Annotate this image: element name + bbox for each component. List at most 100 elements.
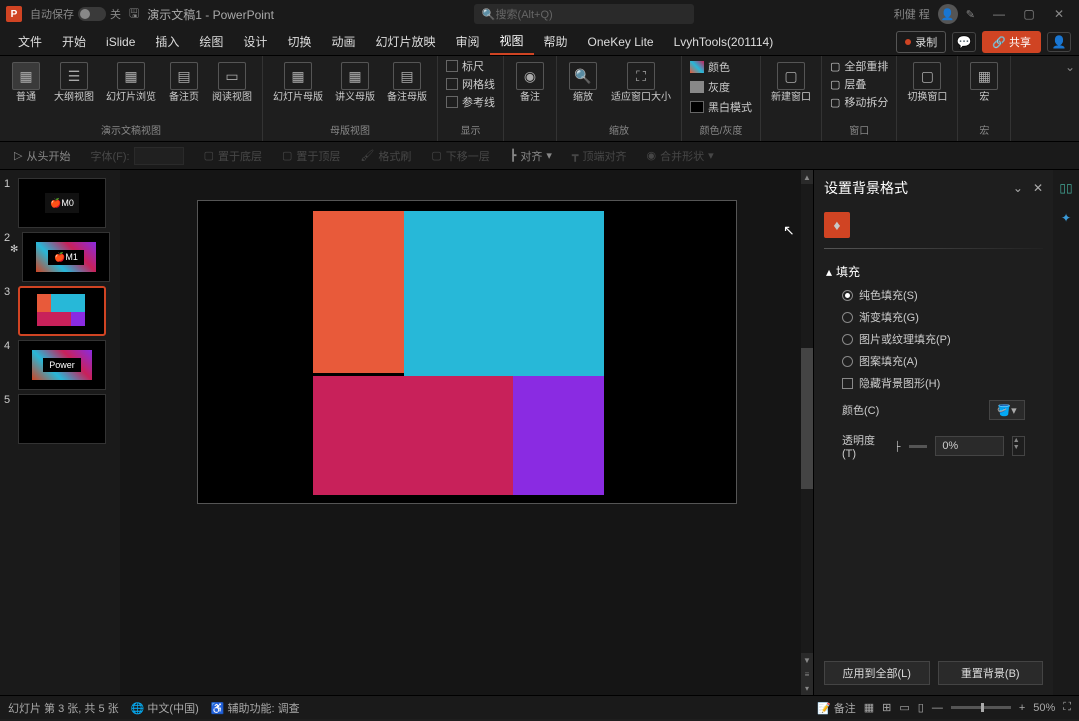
thumbnail-2[interactable]: 🍎M1 <box>22 232 110 282</box>
autosave-toggle[interactable]: 自动保存 关 <box>30 6 121 22</box>
zoom-out-icon[interactable]: — <box>932 702 943 714</box>
minimize-button[interactable]: — <box>985 4 1013 24</box>
avatar[interactable]: 👤 <box>938 4 958 24</box>
tab-draw[interactable]: 绘图 <box>189 29 233 54</box>
fill-color-picker[interactable]: 🪣▾ <box>989 400 1025 420</box>
transparency-input[interactable]: 0% <box>935 436 1003 456</box>
shape-pink[interactable] <box>313 376 513 495</box>
slide-master[interactable]: ▦幻灯片母版 <box>267 58 329 120</box>
notes-master[interactable]: ▤备注母版 <box>381 58 433 120</box>
view-grayscale[interactable]: 灰度 <box>690 78 752 96</box>
zoom-button[interactable]: 🔍缩放 <box>561 58 605 120</box>
close-button[interactable]: ✕ <box>1045 4 1073 24</box>
maximize-button[interactable]: ▢ <box>1015 4 1043 24</box>
app-icon: P <box>6 6 22 22</box>
status-notes[interactable]: 📝 备注 <box>817 700 856 716</box>
transparency-slider[interactable] <box>909 445 928 448</box>
current-slide[interactable] <box>197 200 737 504</box>
tab-onekey[interactable]: OneKey Lite <box>578 31 664 53</box>
status-lang[interactable]: 🌐 中文(中国) <box>131 700 199 716</box>
share-button[interactable]: 🔗 共享 <box>982 31 1041 53</box>
pane-dropdown-icon[interactable]: ⌄ <box>1013 181 1023 195</box>
tab-design[interactable]: 设计 <box>233 29 277 54</box>
fit-icon[interactable]: ⛶ <box>1063 701 1071 714</box>
save-icon[interactable]: 🖫 <box>129 4 139 25</box>
show-gridlines[interactable]: 网格线 <box>446 76 495 92</box>
shape-purple[interactable] <box>513 376 604 495</box>
slide-panel[interactable]: 1🍎M0 2✻🍎M1 3 4Power 5 <box>0 170 120 695</box>
from-beginning[interactable]: ▷ 从头开始 <box>8 146 76 166</box>
view-slideshow-icon[interactable]: ▯ <box>918 701 924 714</box>
view-normal[interactable]: ▦普通 <box>4 58 48 120</box>
thumbnail-1[interactable]: 🍎M0 <box>18 178 106 228</box>
switch-windows[interactable]: ▢切换窗口 <box>901 58 953 139</box>
show-ruler[interactable]: 标尺 <box>446 58 495 74</box>
handout-master[interactable]: ▦讲义母版 <box>329 58 381 120</box>
side-format-icon[interactable]: ✦ <box>1056 208 1076 228</box>
view-bw[interactable]: 黑白模式 <box>690 98 752 116</box>
thumbnail-5[interactable] <box>18 394 106 444</box>
zoom-percentage[interactable]: 50% <box>1033 702 1055 714</box>
view-outline[interactable]: ☰大纲视图 <box>48 58 100 120</box>
tab-transitions[interactable]: 切换 <box>277 29 321 54</box>
fill-solid-radio[interactable]: 纯色填充(S) <box>826 284 1041 306</box>
shape-cyan[interactable] <box>404 211 604 376</box>
view-sorter-icon[interactable]: ⊞ <box>882 701 891 714</box>
show-notes-btn[interactable]: ◉备注 <box>508 58 552 139</box>
font-selector: 字体(F): <box>84 145 189 167</box>
thumbnail-3[interactable] <box>18 286 106 336</box>
status-accessibility[interactable]: ♿ 辅助功能: 调查 <box>211 700 300 716</box>
slide-editor[interactable]: ▲ ▼ ≡ ▾ <box>120 170 813 695</box>
transparency-label: 透明度(T) <box>842 432 886 460</box>
arrange-all[interactable]: ▢全部重排 <box>830 58 888 74</box>
vertical-scrollbar[interactable]: ▲ ▼ ≡ ▾ <box>801 170 813 695</box>
tab-insert[interactable]: 插入 <box>145 29 189 54</box>
zoom-slider[interactable] <box>951 706 1011 709</box>
fill-tab-icon[interactable]: ♦ <box>824 212 850 238</box>
tab-lvyh[interactable]: LvyhTools(201114) <box>664 31 784 53</box>
fill-gradient-radio[interactable]: 渐变填充(G) <box>826 306 1041 328</box>
tab-animation[interactable]: 动画 <box>321 29 365 54</box>
fill-picture-radio[interactable]: 图片或纹理填充(P) <box>826 328 1041 350</box>
tab-help[interactable]: 帮助 <box>534 29 578 54</box>
move-split[interactable]: ▢移动拆分 <box>830 94 888 110</box>
cascade[interactable]: ▢层叠 <box>830 76 888 92</box>
macros[interactable]: ▦宏 <box>962 58 1006 120</box>
tab-view[interactable]: 视图 <box>490 28 534 55</box>
apply-all-button[interactable]: 应用到全部(L) <box>824 661 930 685</box>
tab-home[interactable]: 开始 <box>52 29 96 54</box>
view-reading-icon[interactable]: ▭ <box>899 701 909 714</box>
tab-slideshow[interactable]: 幻灯片放映 <box>365 29 445 54</box>
new-window[interactable]: ▢新建窗口 <box>765 58 817 139</box>
search-input[interactable]: 🔍 搜索(Alt+Q) <box>474 4 694 24</box>
pane-close-icon[interactable]: ✕ <box>1033 181 1043 195</box>
collapse-ribbon[interactable]: ⌄ <box>1061 56 1079 141</box>
view-reading[interactable]: ▭阅读视图 <box>206 58 258 120</box>
view-notes[interactable]: ▤备注页 <box>162 58 206 120</box>
tab-review[interactable]: 审阅 <box>445 29 489 54</box>
fit-window[interactable]: ⛶适应窗口大小 <box>605 58 677 120</box>
align-menu[interactable]: ┣ 对齐 ▾ <box>504 146 558 166</box>
comment-button[interactable]: 💬 <box>952 32 976 52</box>
record-button[interactable]: 录制 <box>896 31 946 53</box>
zoom-in-icon[interactable]: + <box>1019 702 1025 714</box>
pen-icon[interactable]: ✎ <box>966 8 975 21</box>
fill-section-toggle[interactable]: ▴ 填充 <box>826 259 1041 284</box>
merge-shapes: ◉ 合并形状 ▾ <box>641 146 720 166</box>
pane-title: 设置背景格式 <box>824 178 1013 198</box>
fill-pattern-radio[interactable]: 图案填充(A) <box>826 350 1041 372</box>
user-square-icon[interactable]: 👤 <box>1047 32 1071 52</box>
thumbnail-4[interactable]: Power <box>18 340 106 390</box>
view-color[interactable]: 颜色 <box>690 58 752 76</box>
transparency-spinner[interactable]: ▲▼ <box>1012 436 1025 456</box>
tab-islide[interactable]: iSlide <box>96 31 145 53</box>
show-guides[interactable]: 参考线 <box>446 94 495 110</box>
view-sorter[interactable]: ▦幻灯片浏览 <box>100 58 162 120</box>
tab-file[interactable]: 文件 <box>8 29 52 54</box>
side-align-icon[interactable]: ▯▯ <box>1056 178 1076 198</box>
hide-bg-checkbox[interactable]: 隐藏背景图形(H) <box>826 372 1041 394</box>
view-normal-icon[interactable]: ▦ <box>864 701 874 714</box>
fill-color-label: 颜色(C) <box>842 402 879 418</box>
shape-orange[interactable] <box>313 211 404 373</box>
reset-bg-button[interactable]: 重置背景(B) <box>938 661 1044 685</box>
